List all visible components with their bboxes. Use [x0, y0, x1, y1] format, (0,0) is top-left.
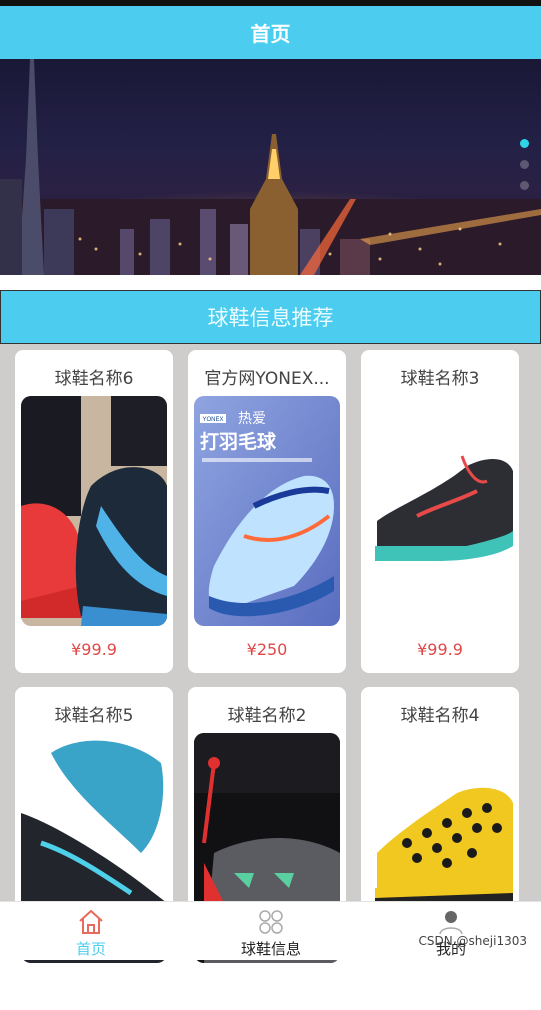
carousel-dot[interactable]	[520, 181, 529, 190]
banner-carousel[interactable]	[0, 59, 541, 275]
product-name: 球鞋名称6	[54, 369, 134, 389]
product-name: 球鞋名称2	[227, 706, 307, 726]
product-card[interactable]: 球鞋名称4	[361, 687, 519, 1010]
tab-shoe-info-label: 球鞋信息	[240, 940, 301, 958]
watermark-text: CSDN @sheji1303	[418, 934, 527, 948]
product-card[interactable]: 官方网YONEX... YONEX 热爱 打羽毛球 ¥250	[188, 350, 346, 673]
product-image: YONEX 热爱 打羽毛球	[194, 396, 340, 626]
page-header: 首页	[0, 6, 541, 59]
product-price: ¥99.9	[71, 640, 117, 659]
product-name: 球鞋名称4	[400, 706, 480, 726]
section-heading: 球鞋信息推荐	[0, 290, 541, 344]
city-night-image	[0, 59, 541, 275]
product-price: ¥99.9	[417, 640, 463, 659]
tab-shoe-info[interactable]: 球鞋信息	[221, 908, 321, 960]
tab-home-label: 首页	[75, 940, 106, 958]
user-icon	[439, 911, 463, 935]
bottom-tab-bar: 首页 球鞋信息 我的	[0, 901, 541, 960]
carousel-indicator	[520, 139, 529, 190]
carousel-dot[interactable]	[520, 160, 529, 169]
product-image	[367, 396, 513, 626]
brand-logo-text: YONEX	[202, 417, 223, 423]
grid-icon	[259, 910, 283, 934]
product-card[interactable]: 球鞋名称3 ¥99.9	[361, 350, 519, 673]
carousel-dot-active[interactable]	[520, 139, 529, 148]
image-tag-text: 热爱	[238, 411, 266, 427]
product-name: 球鞋名称5	[54, 706, 134, 726]
page-title: 首页	[250, 22, 291, 46]
product-card[interactable]: 球鞋名称5	[15, 687, 173, 1010]
product-name: 球鞋名称3	[400, 369, 480, 389]
tab-home[interactable]: 首页	[41, 908, 141, 960]
image-headline-text: 打羽毛球	[200, 430, 277, 453]
product-grid: 球鞋名称6 ¥99.9 官方网YONEX... YONEX 热爱 打羽毛球 ¥2…	[0, 344, 541, 1010]
product-card[interactable]: 球鞋名称2	[188, 687, 346, 1010]
product-image	[21, 396, 167, 626]
section-title-text: 球鞋信息推荐	[207, 306, 334, 330]
product-card[interactable]: 球鞋名称6 ¥99.9	[15, 350, 173, 673]
product-name: 官方网YONEX...	[204, 369, 330, 389]
home-icon	[79, 909, 103, 934]
product-price: ¥250	[246, 640, 288, 659]
